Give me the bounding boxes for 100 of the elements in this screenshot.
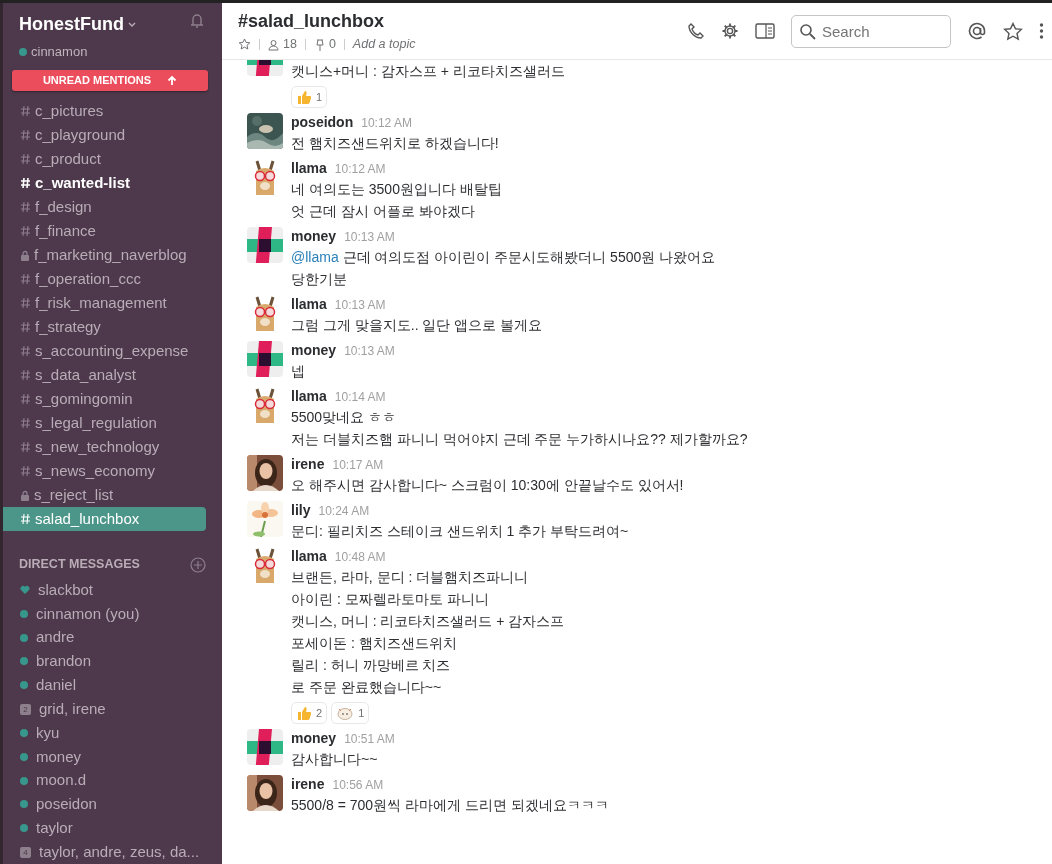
settings-icon[interactable] [721, 22, 739, 40]
bell-icon[interactable] [188, 11, 206, 29]
message-text: 문디: 필리치즈 스테이크 샌드위치 1 추가 부탁드려여~ [291, 522, 629, 541]
hash-icon [20, 441, 31, 454]
caret-icon[interactable] [128, 21, 136, 28]
author-name[interactable]: llama [291, 547, 327, 565]
channel-item[interactable]: salad_lunchbox [3, 507, 206, 532]
timestamp[interactable]: 10:13 AM [334, 296, 386, 314]
direct-message-item[interactable]: poseidon [3, 792, 206, 817]
author-name[interactable]: irene [291, 455, 325, 473]
hash-icon [20, 273, 31, 286]
author-name[interactable]: money [291, 227, 337, 245]
channel-item[interactable]: s_gomingomin [3, 387, 206, 412]
thumbs-up-icon [296, 89, 312, 105]
pin-count[interactable]: 0 [313, 35, 336, 54]
message-text: 그럼 그게 맞을지도.. 일단 앱으로 볼게요 [291, 316, 543, 335]
channel-item[interactable]: s_legal_regulation [3, 411, 206, 436]
avatar-icon [247, 341, 283, 377]
sticker-icon [336, 705, 355, 721]
author-name[interactable]: lily [291, 501, 311, 519]
channel-item[interactable]: s_accounting_expense [3, 339, 206, 364]
timestamp[interactable]: 10:17 AM [332, 456, 384, 474]
channel-item[interactable]: f_design [3, 195, 206, 220]
message-text: 당한기분 [291, 270, 348, 289]
channel-item[interactable]: c_playground [3, 123, 206, 148]
mention-link[interactable]: @llama [291, 249, 339, 265]
reaction-button[interactable]: 1 [291, 86, 328, 108]
direct-message-item[interactable]: andre [3, 625, 206, 650]
author-name[interactable]: poseidon [291, 113, 354, 131]
direct-message-item[interactable]: cinnamon (you) [3, 601, 206, 626]
star-icon[interactable] [238, 38, 251, 51]
hash-icon [20, 225, 31, 238]
direct-message-item[interactable]: 4 taylor, andre, zeus, da... [3, 840, 206, 864]
hash-icon [20, 105, 31, 118]
hash-icon [20, 417, 31, 430]
presence-dot [20, 728, 28, 737]
presence-dot [20, 633, 28, 642]
topic-link[interactable]: Add a topic [352, 35, 416, 54]
channel-item[interactable]: s_new_technology [3, 435, 206, 460]
more-icon[interactable] [1039, 22, 1044, 40]
channel-item[interactable]: f_finance [3, 219, 206, 244]
hash-icon [20, 465, 31, 478]
timestamp[interactable]: 10:14 AM [334, 388, 386, 406]
message-text: 넵 [291, 362, 306, 381]
channel-item[interactable]: f_marketing_naverblog [3, 243, 206, 268]
direct-message-item[interactable]: kyu [3, 721, 206, 745]
channel-item[interactable]: c_pictures [3, 99, 206, 124]
add-icon[interactable] [190, 556, 206, 573]
message-text: 아이린 : 모짜렐라토마토 파니니 [291, 590, 490, 609]
team-name[interactable]: HonestFund [19, 11, 124, 38]
direct-message-item[interactable]: daniel [3, 673, 206, 698]
direct-message-item[interactable]: brandon [3, 649, 206, 674]
timestamp[interactable]: 10:12 AM [334, 160, 386, 178]
heart-icon [20, 585, 30, 595]
channel-item[interactable]: f_strategy [3, 315, 206, 340]
message-text: 포세이돈 : 햄치즈샌드위치 [291, 634, 458, 653]
timestamp[interactable]: 10:56 AM [332, 776, 384, 794]
direct-message-item[interactable]: slackbot [3, 578, 206, 602]
message-text: 오 해주시면 감사합니다~ 스크럼이 10:30에 안끝날수도 있어서! [291, 476, 684, 495]
star-icon[interactable] [1003, 21, 1023, 41]
person-icon [268, 38, 279, 51]
unread-mentions-button[interactable]: UNREAD MENTIONS [12, 69, 208, 92]
member-count: 2 [20, 703, 31, 715]
author-name[interactable]: llama [291, 159, 327, 177]
channel-item[interactable]: f_operation_ccc [3, 267, 206, 292]
search-field[interactable]: Search [791, 14, 951, 48]
hash-icon [20, 201, 31, 214]
message-text: @llama 근데 여의도점 아이린이 주문시도해봤더니 5500원 나왔어요 [291, 248, 716, 267]
timestamp[interactable]: 10:13 AM [344, 228, 395, 246]
author-name[interactable]: llama [291, 387, 327, 405]
section-header: DIRECT MESSAGES [19, 556, 140, 574]
reaction-button[interactable]: 2 [291, 702, 328, 724]
direct-message-item[interactable]: money [3, 744, 206, 769]
timestamp[interactable]: 10:48 AM [334, 548, 386, 566]
channel-item[interactable]: s_data_analyst [3, 363, 206, 388]
author-name[interactable]: money [291, 729, 337, 747]
channel-item[interactable]: s_reject_list [3, 483, 206, 508]
sidebar-toggle-icon[interactable] [755, 22, 775, 40]
timestamp[interactable]: 10:24 AM [318, 502, 370, 520]
direct-message-item[interactable]: moon.d [3, 768, 206, 793]
timestamp[interactable]: 10:13 AM [344, 342, 395, 360]
member-count[interactable]: 18 [268, 35, 297, 54]
presence-dot [20, 657, 28, 666]
reaction-button[interactable]: 1 [331, 702, 370, 724]
channel-item[interactable]: c_wanted-list [3, 171, 206, 196]
timestamp[interactable]: 10:12 AM [361, 114, 412, 132]
direct-message-item[interactable]: taylor [3, 816, 206, 841]
channel-item[interactable]: c_product [3, 147, 206, 172]
channel-item[interactable]: s_news_economy [3, 459, 206, 484]
phone-icon[interactable] [687, 22, 705, 40]
mention-icon[interactable] [967, 21, 987, 41]
pin-icon [313, 38, 325, 51]
author-name[interactable]: money [291, 341, 337, 359]
author-name[interactable]: llama [291, 295, 327, 313]
direct-message-item[interactable]: 2 grid, irene [3, 697, 206, 722]
channel-item[interactable]: f_risk_management [3, 291, 206, 316]
hash-icon [20, 321, 31, 334]
message-text: 브랜든, 라마, 문디 : 더블햄치즈파니니 [291, 568, 530, 587]
timestamp[interactable]: 10:51 AM [344, 730, 395, 748]
author-name[interactable]: irene [291, 775, 325, 793]
